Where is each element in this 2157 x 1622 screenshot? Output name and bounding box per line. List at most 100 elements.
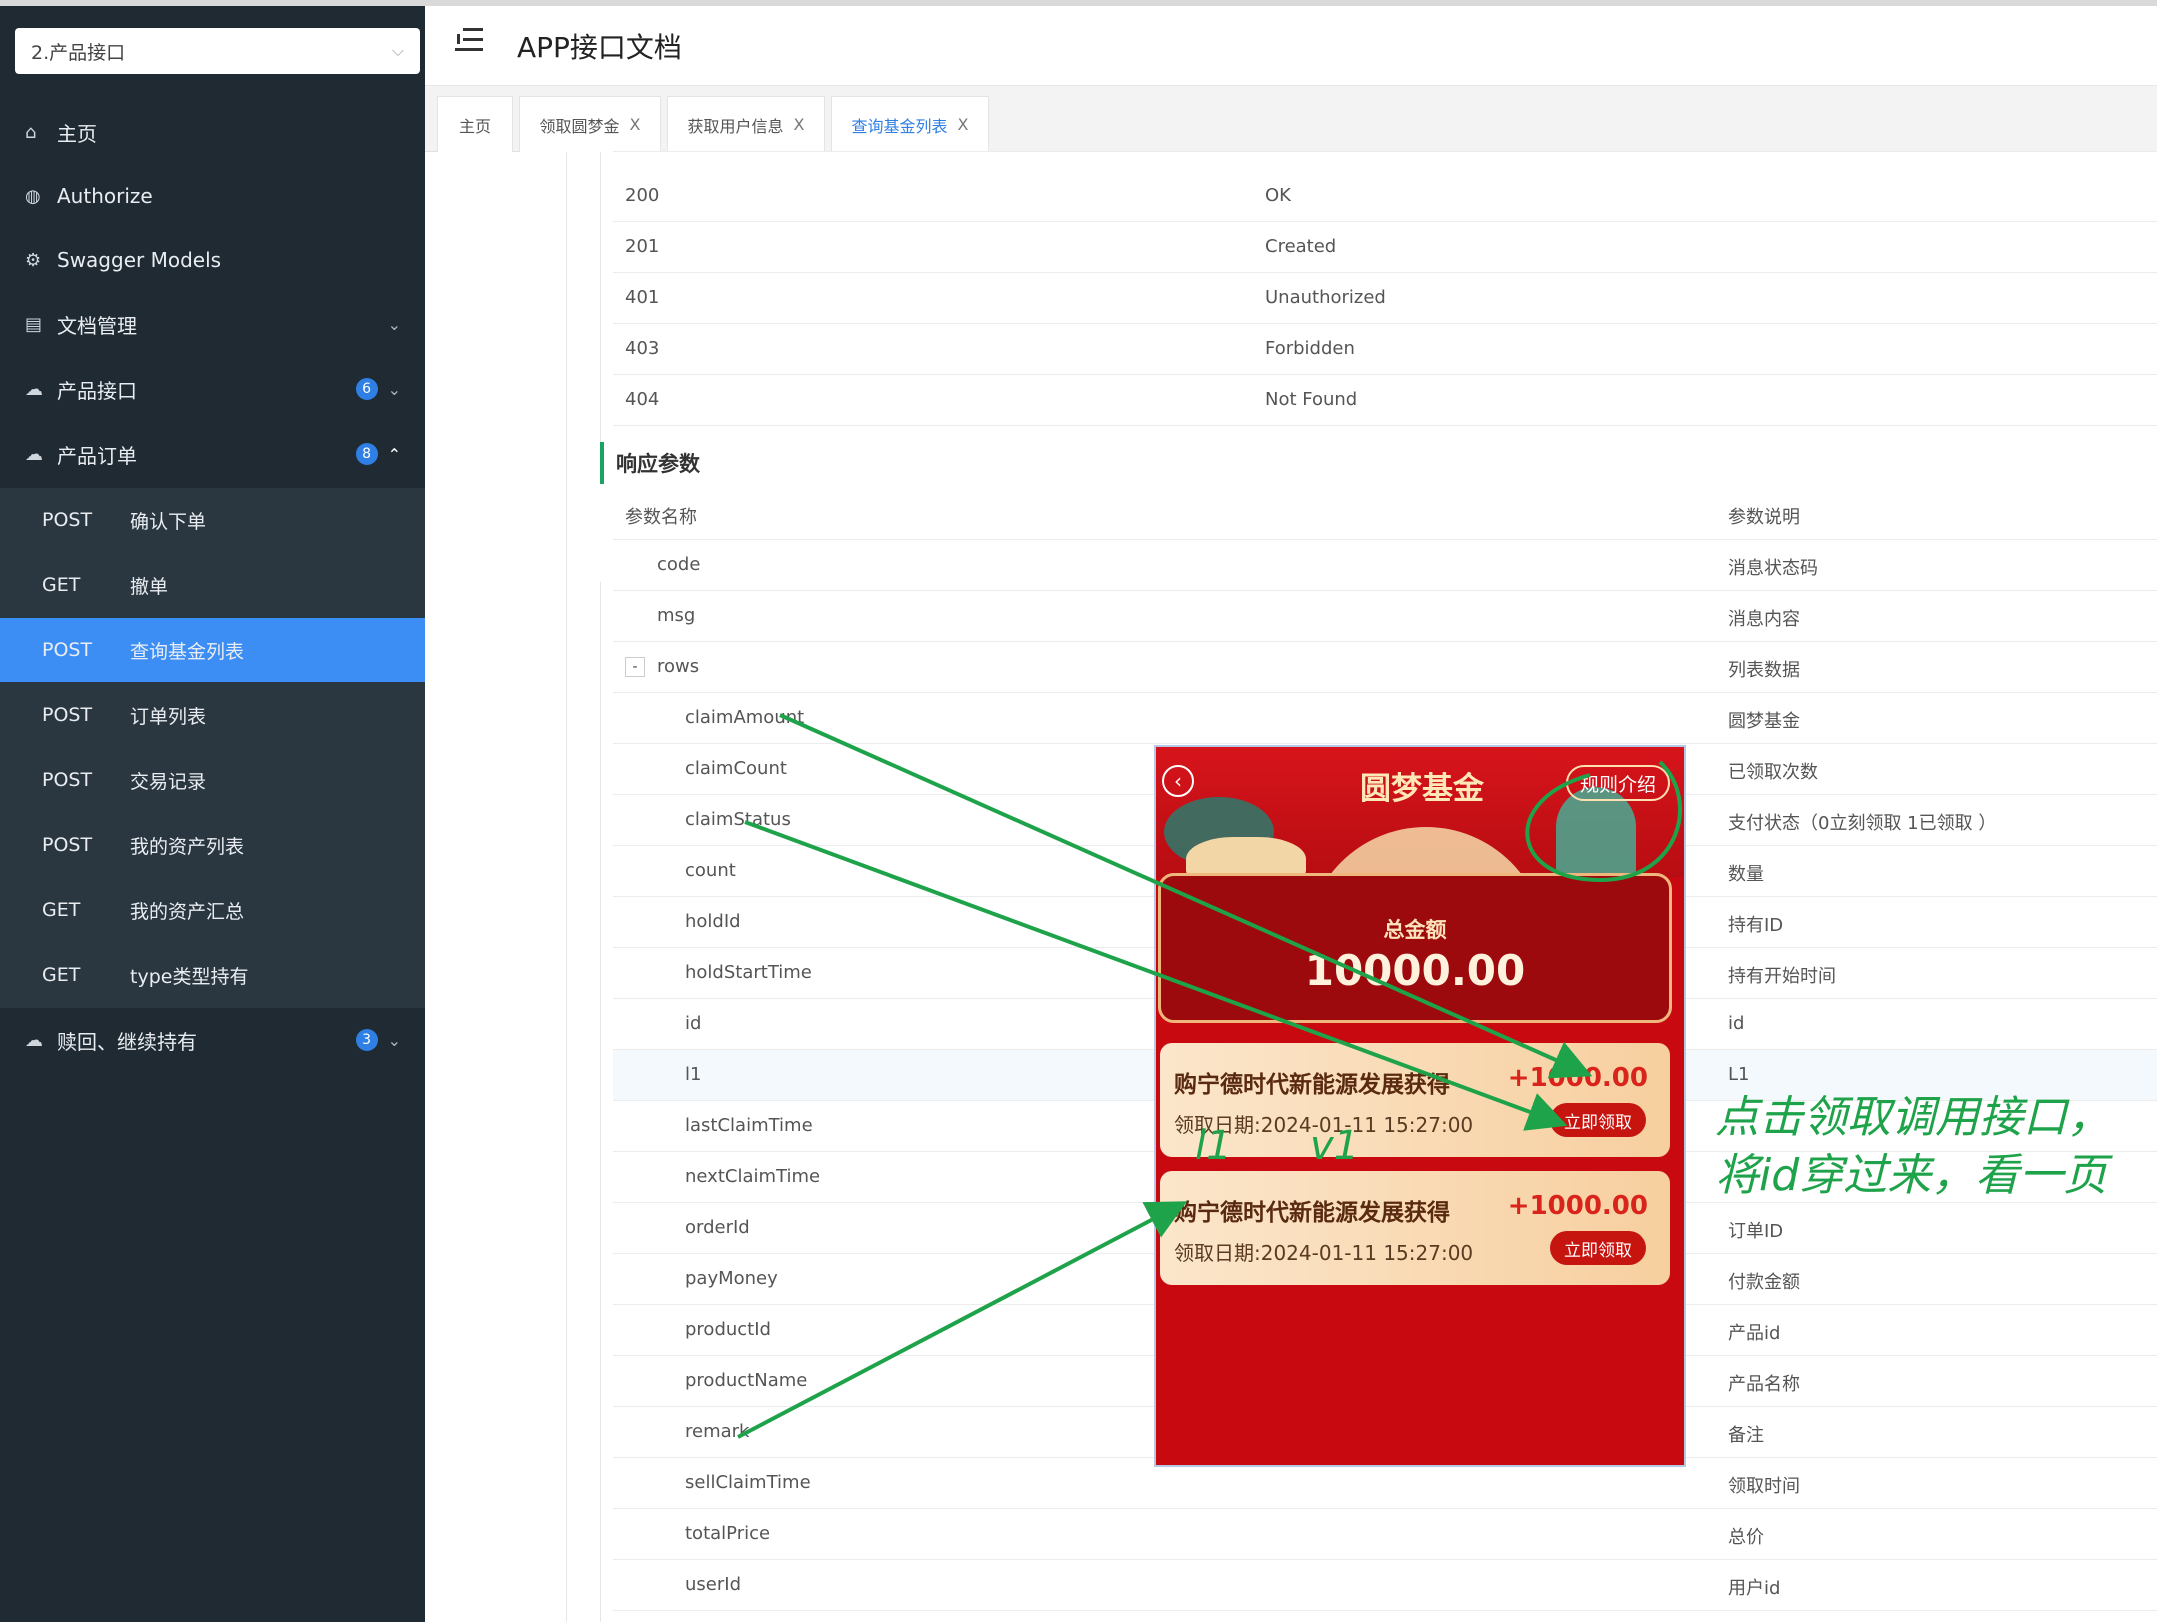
- sidebar-item-product-api[interactable]: ☁ 产品接口 6 ⌄: [0, 357, 425, 421]
- param-desc: 持有开始时间: [1728, 966, 1836, 987]
- param-row: userId 用户id: [613, 1560, 2157, 1611]
- claim-card: 购宁德时代新能源发展获得 +1000.00 领取日期:2024-01-11 15…: [1160, 1043, 1670, 1157]
- page-title: APP接口文档: [517, 31, 682, 64]
- param-name: sellClaimTime: [685, 1472, 811, 1493]
- param-desc: 领取时间: [1728, 1476, 1800, 1497]
- param-name: claimAmount: [685, 707, 805, 728]
- param-name: l1: [685, 1064, 702, 1085]
- api-name: 我的资产汇总: [130, 900, 245, 923]
- total-value: 10000.00: [1304, 946, 1526, 995]
- status-desc: Forbidden: [1265, 338, 1355, 359]
- submenu-product-order: POST 确认下单 GET 撤单 POST 查询基金列表 POST 订单列表 P…: [0, 488, 425, 1008]
- total-card: 总金额 10000.00: [1158, 873, 1672, 1023]
- group-select[interactable]: 2.产品接口 ⌵: [15, 28, 420, 74]
- api-item-transactions[interactable]: POST 交易记录: [0, 748, 425, 812]
- http-method: POST: [42, 769, 93, 791]
- api-item-cancel-order[interactable]: GET 撤单: [0, 553, 425, 617]
- param-row: claimAmount 圆梦基金: [613, 693, 2157, 744]
- sidebar-item-redeem[interactable]: ☁ 赎回、继续持有 3 ⌄: [0, 1008, 425, 1072]
- status-code: 404: [625, 389, 660, 410]
- param-name: orderId: [685, 1217, 750, 1238]
- annotation-note: 将id穿过来，看一页: [1715, 1150, 2108, 1201]
- param-name: holdId: [685, 911, 741, 932]
- param-name: nextClaimTime: [685, 1166, 821, 1187]
- annotation-label: v1: [1310, 1123, 1360, 1169]
- param-desc: 订单ID: [1728, 1221, 1784, 1242]
- table-row: 403 Forbidden: [613, 324, 2157, 375]
- status-desc: Unauthorized: [1265, 287, 1386, 308]
- chevron-down-icon: ⌄: [387, 379, 401, 399]
- param-name: userId: [685, 1574, 741, 1595]
- param-desc: 消息状态码: [1728, 558, 1818, 579]
- home-icon: ⌂: [25, 121, 37, 143]
- param-desc: 备注: [1728, 1425, 1764, 1446]
- column-header: 参数名称: [625, 507, 697, 528]
- sidebar-item-label: Authorize: [57, 184, 153, 208]
- tab-home[interactable]: 主页: [437, 96, 513, 152]
- param-desc: 支付状态（0立刻领取 1已领取 ）: [1728, 813, 1997, 834]
- claim-amount: +1000.00: [1507, 1191, 1648, 1221]
- api-item-order-list[interactable]: POST 订单列表: [0, 683, 425, 747]
- param-name: count: [685, 860, 736, 881]
- claim-button[interactable]: 立即领取: [1550, 1103, 1646, 1137]
- param-row: msg 消息内容: [613, 591, 2157, 642]
- chevron-down-icon: ⌄: [387, 314, 401, 334]
- http-method: GET: [42, 964, 81, 986]
- sidebar-item-label: 主页: [57, 121, 97, 146]
- param-desc: 数量: [1728, 864, 1764, 885]
- sidebar-item-authorize[interactable]: ◍ Authorize: [0, 164, 425, 228]
- rules-button[interactable]: 规则介绍: [1565, 765, 1670, 801]
- tab-label: 领取圆梦金: [539, 116, 620, 136]
- table-header: 参数名称 参数说明: [613, 489, 2157, 540]
- sidebar-item-swagger-models[interactable]: ⚙ Swagger Models: [0, 228, 425, 292]
- param-desc: 持有ID: [1728, 915, 1784, 936]
- header: APP接口文档: [425, 6, 2157, 86]
- sidebar-item-docs[interactable]: ▤ 文档管理 ⌄: [0, 292, 425, 356]
- menu-toggle-icon[interactable]: [455, 28, 483, 52]
- param-desc: 付款金额: [1728, 1272, 1800, 1293]
- api-name: 撤单: [130, 575, 169, 598]
- param-name: rows: [657, 656, 700, 677]
- param-desc: 用户id: [1728, 1578, 1781, 1599]
- sidebar-item-home[interactable]: ⌂ 主页: [0, 100, 425, 164]
- status-desc: Not Found: [1265, 389, 1358, 410]
- claim-button[interactable]: 立即领取: [1550, 1231, 1646, 1265]
- api-item-type-holding[interactable]: GET type类型持有: [0, 943, 425, 1007]
- param-name: code: [657, 554, 701, 575]
- api-name: 确认下单: [130, 510, 207, 533]
- screen: { "sidebar": { "group_select": "2.产品接口",…: [0, 0, 2157, 1622]
- http-method: GET: [42, 574, 81, 596]
- count-badge: 6: [355, 378, 378, 400]
- total-label: 总金额: [1383, 918, 1447, 942]
- status-code: 403: [625, 338, 660, 359]
- http-method: POST: [42, 509, 93, 531]
- api-item-query-fund-list[interactable]: POST 查询基金列表: [0, 618, 425, 682]
- collapse-toggle[interactable]: -: [625, 657, 645, 677]
- status-code: 201: [625, 236, 660, 257]
- param-row: totalPrice 总价: [613, 1509, 2157, 1560]
- api-name: 我的资产列表: [130, 835, 245, 858]
- table-row: 404 Not Found: [613, 375, 2157, 426]
- param-name: productId: [685, 1319, 771, 1340]
- chevron-down-icon: ⌄: [387, 1030, 401, 1050]
- http-method: POST: [42, 834, 93, 856]
- http-method: POST: [42, 704, 93, 726]
- param-desc: 圆梦基金: [1728, 711, 1800, 732]
- tab-label: 主页: [458, 116, 491, 136]
- table-row: 200 OK: [613, 171, 2157, 222]
- docs-icon: ▤: [25, 313, 43, 335]
- sidebar-item-label: 产品订单: [57, 443, 137, 468]
- sidebar-item-product-order[interactable]: ☁ 产品订单 8 ⌃: [0, 422, 425, 486]
- param-name: payMoney: [685, 1268, 778, 1289]
- claim-amount: +1000.00: [1507, 1063, 1648, 1093]
- table-header-partial: [613, 122, 2157, 152]
- sidebar-item-label: 产品接口: [57, 378, 137, 403]
- api-item-asset-summary[interactable]: GET 我的资产汇总: [0, 878, 425, 942]
- cube-icon: ⚙: [25, 249, 42, 271]
- count-badge: 8: [355, 443, 378, 465]
- param-name: claimStatus: [685, 809, 791, 830]
- api-item-confirm-order[interactable]: POST 确认下单: [0, 488, 425, 552]
- claim-date: 领取日期:2024-01-11 15:27:00: [1174, 1241, 1474, 1265]
- api-item-asset-list[interactable]: POST 我的资产列表: [0, 813, 425, 877]
- claim-card: 购宁德时代新能源发展获得 +1000.00 领取日期:2024-01-11 15…: [1160, 1171, 1670, 1285]
